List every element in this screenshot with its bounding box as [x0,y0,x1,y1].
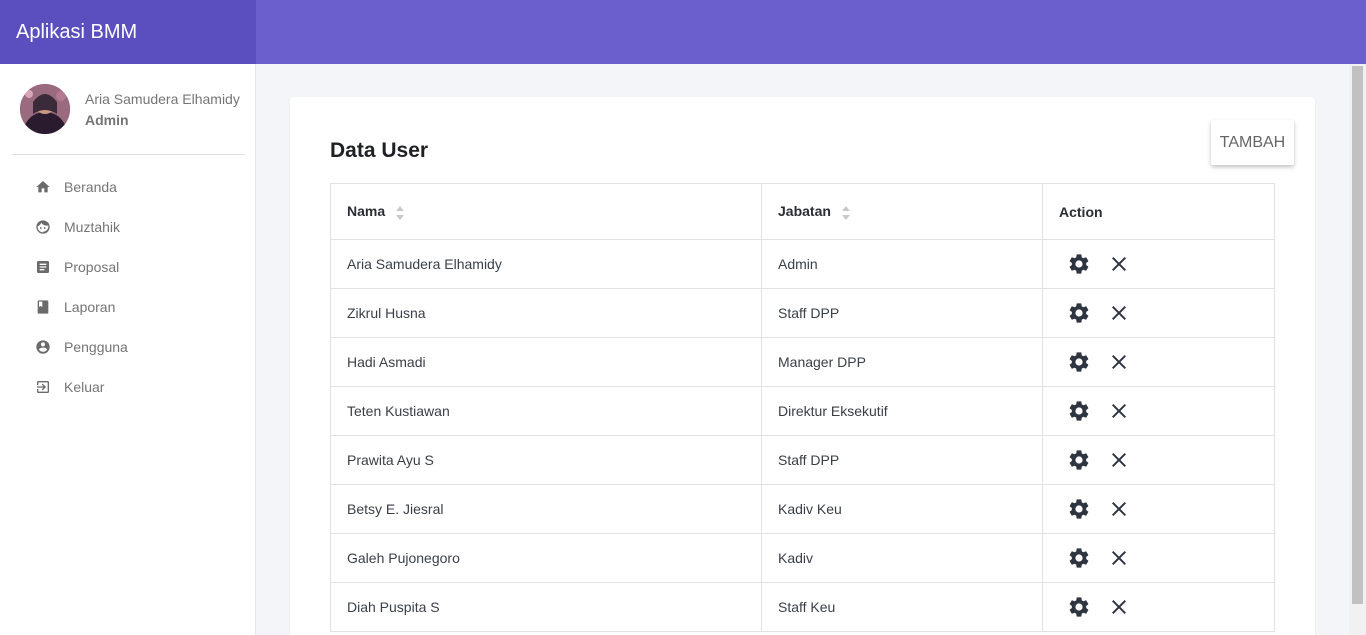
settings-gear-icon[interactable] [1067,546,1091,570]
settings-gear-icon[interactable] [1067,301,1091,325]
cell-action [1042,239,1275,289]
settings-gear-icon[interactable] [1067,448,1091,472]
settings-gear-icon[interactable] [1067,252,1091,276]
delete-close-icon[interactable] [1107,399,1131,423]
sidebar-item-label: Proposal [64,259,120,275]
app-title: Aplikasi BMM [0,0,256,64]
cell-nama: Galeh Pujonegoro [330,533,762,583]
table-header-row: Nama Jabatan Action [330,183,1275,240]
sidebar-item-keluar[interactable]: Keluar [0,367,255,407]
cell-action [1042,484,1275,534]
table-row: Diah Puspita S Staff Keu [330,582,1275,632]
delete-close-icon[interactable] [1107,301,1131,325]
cell-action [1042,337,1275,387]
sidebar-item-muztahik[interactable]: Muztahik [0,207,255,247]
cell-nama: Prawita Ayu S [330,435,762,485]
face-icon [36,220,50,234]
cell-jabatan: Kadiv Keu [761,484,1043,534]
delete-close-icon[interactable] [1107,497,1131,521]
scrollbar-thumb[interactable] [1352,66,1363,604]
sidebar-item-label: Muztahik [64,219,121,235]
user-table: Nama Jabatan Action Aria Samudera Elhami… [330,183,1275,632]
cell-nama: Teten Kustiawan [330,386,762,436]
cell-jabatan: Direktur Eksekutif [761,386,1043,436]
cell-action [1042,533,1275,583]
cell-action [1042,288,1275,338]
table-row: Teten Kustiawan Direktur Eksekutif [330,386,1275,436]
cell-jabatan: Kadiv [761,533,1043,583]
sidebar-nav: Beranda Muztahik Proposal Laporan Penggu… [0,167,255,407]
table-row: Betsy E. Jiesral Kadiv Keu [330,484,1275,534]
cell-nama: Aria Samudera Elhamidy [330,239,762,289]
sidebar-item-pengguna[interactable]: Pengguna [0,327,255,367]
settings-gear-icon[interactable] [1067,497,1091,521]
sort-icon[interactable] [841,205,851,220]
document-icon [37,261,49,273]
table-body: Aria Samudera Elhamidy Admin Zikrul Husna S… [330,239,1275,632]
settings-gear-icon[interactable] [1067,595,1091,619]
user-circle-icon [36,340,50,354]
sort-icon[interactable] [395,205,405,220]
cell-nama: Betsy E. Jiesral [330,484,762,534]
cell-nama: Diah Puspita S [330,582,762,632]
column-header-action: Action [1042,183,1275,240]
cell-jabatan: Admin [761,239,1043,289]
table-row: Galeh Pujonegoro Kadiv [330,533,1275,583]
page-scrollbar[interactable] [1349,64,1366,635]
delete-close-icon[interactable] [1107,595,1131,619]
top-navbar [256,0,1366,64]
page-title: Data User [330,139,429,162]
cell-action [1042,435,1275,485]
table-row: Aria Samudera Elhamidy Admin [330,239,1275,289]
cell-nama: Zikrul Husna [330,288,762,338]
sidebar-item-laporan[interactable]: Laporan [0,287,255,327]
table-row: Prawita Ayu S Staff DPP [330,435,1275,485]
column-header-label: Nama [347,203,386,220]
cell-jabatan: Staff DPP [761,288,1043,338]
user-profile: Aria Samudera Elhamidy Admin [12,64,245,155]
sidebar-item-beranda[interactable]: Beranda [0,167,255,207]
delete-close-icon[interactable] [1107,546,1131,570]
profile-name: Aria Samudera Elhamidy [85,91,240,107]
settings-gear-icon[interactable] [1067,399,1091,423]
avatar [20,84,70,134]
sidebar: Aria Samudera Elhamidy Admin Beranda Muz… [0,64,256,635]
cell-jabatan: Staff DPP [761,435,1043,485]
sidebar-item-label: Laporan [64,299,116,315]
cell-jabatan: Manager DPP [761,337,1043,387]
data-user-card: Data User TAMBAH Nama Jabatan Action Ari… [290,97,1315,635]
sidebar-item-label: Pengguna [64,339,128,355]
sidebar-item-label: Keluar [64,379,105,395]
home-icon [36,181,50,193]
column-header-label: Jabatan [778,203,831,220]
book-icon [37,300,49,314]
table-row: Hadi Asmadi Manager DPP [330,337,1275,387]
cell-action [1042,386,1275,436]
profile-role: Admin [85,112,129,128]
table-row: Zikrul Husna Staff DPP [330,288,1275,338]
cell-jabatan: Staff Keu [761,582,1043,632]
delete-close-icon[interactable] [1107,448,1131,472]
logout-icon [37,381,49,393]
cell-nama: Hadi Asmadi [330,337,762,387]
delete-close-icon[interactable] [1107,252,1131,276]
sidebar-item-label: Beranda [64,179,117,195]
settings-gear-icon[interactable] [1067,350,1091,374]
add-user-button[interactable]: TAMBAH [1211,120,1294,165]
cell-action [1042,582,1275,632]
delete-close-icon[interactable] [1107,350,1131,374]
sidebar-item-proposal[interactable]: Proposal [0,247,255,287]
column-header-nama[interactable]: Nama [330,183,762,240]
column-header-jabatan[interactable]: Jabatan [761,183,1043,240]
